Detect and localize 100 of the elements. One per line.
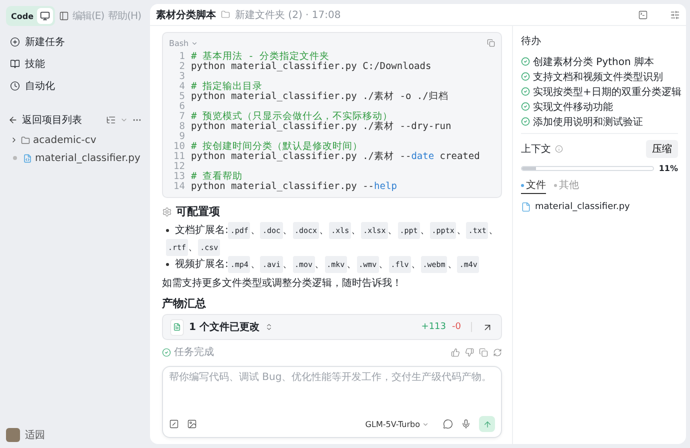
tree-item[interactable]: material_classifier.py [35,152,140,164]
line-number: 4 [178,82,185,92]
removed-count: -0 [452,322,461,332]
code-line: python material_classifier.py ./素材 --date created [191,152,480,162]
separator: 、 [420,224,430,238]
python-file-icon [23,154,32,162]
book-icon [10,59,20,69]
separator: 、 [250,258,260,272]
expand-icon[interactable] [265,323,274,331]
file-name[interactable]: material_classifier.py [535,202,630,212]
list-icon[interactable] [106,115,116,125]
added-count: +113 [421,322,446,332]
changes-card[interactable]: 1 个文件已更改 +113 -0 [162,314,502,340]
todo-item: 实现文件移动功能 [533,100,613,114]
context-percent: 11% [658,164,678,173]
user-name: 适园 [25,428,45,442]
terminal-icon[interactable] [638,10,648,20]
bullet-icon [166,263,169,266]
thumbs-down-icon[interactable] [465,348,474,356]
copy-icon[interactable] [487,39,495,47]
bullet-label: 文档扩展名: [175,224,228,238]
compress-button[interactable]: 压缩 [646,140,678,158]
model-select[interactable]: GLM-5V-Turbo [359,418,435,430]
separator: 、 [319,224,330,238]
todo-heading: 待办 [521,34,542,48]
dot-icon [13,156,17,160]
code-line: # 指定输出目录 [191,82,262,92]
arrow-up-icon [482,420,492,428]
status-text: 任务完成 [174,346,214,359]
back-link[interactable]: 返回项目列表 [22,113,82,127]
nav-item[interactable]: 自动化 [6,76,144,96]
separator: 、 [282,258,292,272]
chevron-right-icon[interactable] [10,136,18,144]
line-number: 10 [172,142,185,152]
back-arrow-icon[interactable] [8,115,18,125]
image-icon[interactable] [187,419,197,429]
code-line: # 按创建时间分类（默认是修改时间） [191,142,362,152]
bullet-icon [166,229,169,232]
line-number: 2 [178,62,185,72]
context-heading: 上下文 [521,142,551,156]
section-heading: 可配置项 [176,204,220,219]
monitor-icon [40,11,50,21]
tree-item[interactable]: academic-cv [33,134,96,146]
code-line: # 查看帮助 [191,172,242,182]
separator: 、 [388,224,398,238]
copy-icon[interactable] [479,348,488,356]
separator: 、 [346,258,357,272]
separator: 、 [188,241,198,255]
thumbs-up-icon[interactable] [451,348,460,356]
context-tab[interactable]: 文件 [521,177,546,194]
todo-item: 创建素材分类 Python 脚本 [533,56,654,68]
code-line: python material_classifier.py --help [191,182,397,192]
clock-icon [10,81,20,91]
mic-icon[interactable] [461,419,471,429]
changes-label: 1 个文件已更改 [189,320,260,334]
file-icon [521,202,531,212]
line-number: 1 [178,52,185,62]
code-line: # 预览模式（只显示会做什么，不实际移动） [191,112,392,122]
refresh-icon[interactable] [493,348,502,356]
nav-item[interactable]: 新建任务 [6,32,144,52]
section-heading: 产物汇总 [162,296,206,311]
document-icon [173,323,181,331]
line-number: 8 [178,122,185,132]
todo-item: 实现按类型+日期的双重分类逻辑 [533,86,682,98]
code-line: python material_classifier.py C:/Downloads [191,62,432,72]
separator: 、 [351,224,362,238]
line-number: 3 [178,72,185,82]
folder-icon [21,136,30,144]
info-icon [555,145,563,153]
line-number: 11 [172,152,185,162]
line-number: 5 [178,92,185,102]
gear-icon [162,206,172,216]
separator: 、 [447,258,458,272]
line-number: 13 [172,172,185,182]
note-text: 如需支持更多文件类型或调整分类逻辑，随时告诉我！ [162,276,403,290]
code-line: # 基本用法 - 分类指定文件夹 [191,52,330,62]
check-icon [162,348,171,356]
nav-item[interactable]: 技能 [6,54,144,74]
line-number: 14 [172,182,185,192]
caret-icon [422,420,429,428]
panel-icon[interactable] [58,11,69,21]
folder-icon [221,10,230,19]
mode-tab[interactable] [36,8,53,24]
line-number: 7 [178,112,185,122]
separator: 、 [314,258,325,272]
plus-circle-icon [10,37,20,47]
caret-icon [190,40,198,46]
sliders-icon[interactable] [670,10,680,20]
code-line: python material_classifier.py ./素材 --dry-run [191,122,452,132]
code-line: python material_classifier.py ./素材 -o ./归档 [191,92,448,102]
folder-label: 新建文件夹 (2) · 17:08 [235,8,341,22]
bullet-label: 视频扩展名: [175,258,228,272]
chat-icon[interactable] [443,419,453,429]
todo-item: 支持文档和视频文件类型识别 [533,70,663,84]
separator: 、 [488,224,498,238]
avatar [6,428,20,442]
line-number: 9 [178,132,185,142]
separator: 、 [282,224,292,238]
slash-command-icon[interactable] [169,419,179,429]
line-number: 6 [178,102,185,112]
